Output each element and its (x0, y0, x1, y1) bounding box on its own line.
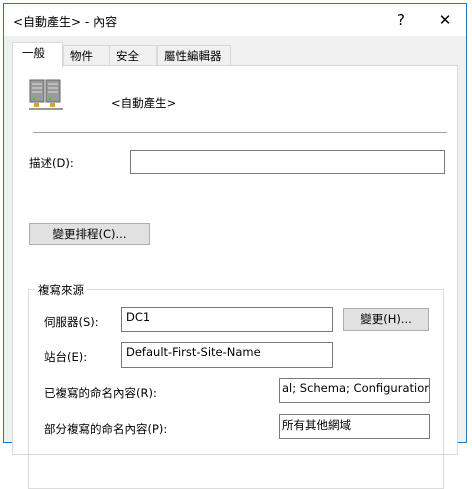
description-label: 描述(D): (29, 156, 74, 170)
object-name: <自動產生> (111, 96, 177, 110)
site-input[interactable]: Default-First-Site-Name (121, 342, 333, 368)
separator (33, 132, 447, 133)
server-input[interactable]: DC1 (121, 307, 333, 332)
close-button[interactable]: ✕ (430, 8, 460, 32)
change-server-button[interactable]: 變更(H)... (343, 308, 429, 331)
partial-naming-contexts-input[interactable]: 所有其他網域 (279, 414, 430, 439)
general-panel: <自動產生> 描述(D): 變更排程(C)... 複寫來源 伺服器(S): DC… (12, 65, 458, 489)
window-title: <自動產生> - 內容 (13, 15, 118, 29)
title-bar: <自動產生> - 內容 ? ✕ (4, 4, 466, 36)
replicated-naming-contexts-label: 已複寫的命名內容(R): (44, 386, 157, 400)
group-title: 複寫來源 (35, 282, 87, 298)
properties-dialog: <自動產生> - 內容 ? ✕ 一般 物件 安全性 屬性編輯器 <自動產生> 描… (3, 3, 467, 489)
server-icon (29, 79, 63, 110)
tab-general[interactable]: 一般 (12, 42, 63, 68)
description-input[interactable] (130, 150, 445, 174)
replicated-naming-contexts-input[interactable]: al; Schema; Configuration (279, 378, 430, 403)
tab-object[interactable]: 物件 (63, 45, 110, 66)
change-schedule-button[interactable]: 變更排程(C)... (29, 223, 150, 245)
server-label: 伺服器(S): (44, 315, 99, 329)
tab-attribute-editor[interactable]: 屬性編輯器 (157, 45, 231, 66)
help-button[interactable]: ? (386, 8, 416, 32)
site-label: 站台(E): (44, 350, 88, 364)
tab-security[interactable]: 安全性 (109, 45, 157, 84)
